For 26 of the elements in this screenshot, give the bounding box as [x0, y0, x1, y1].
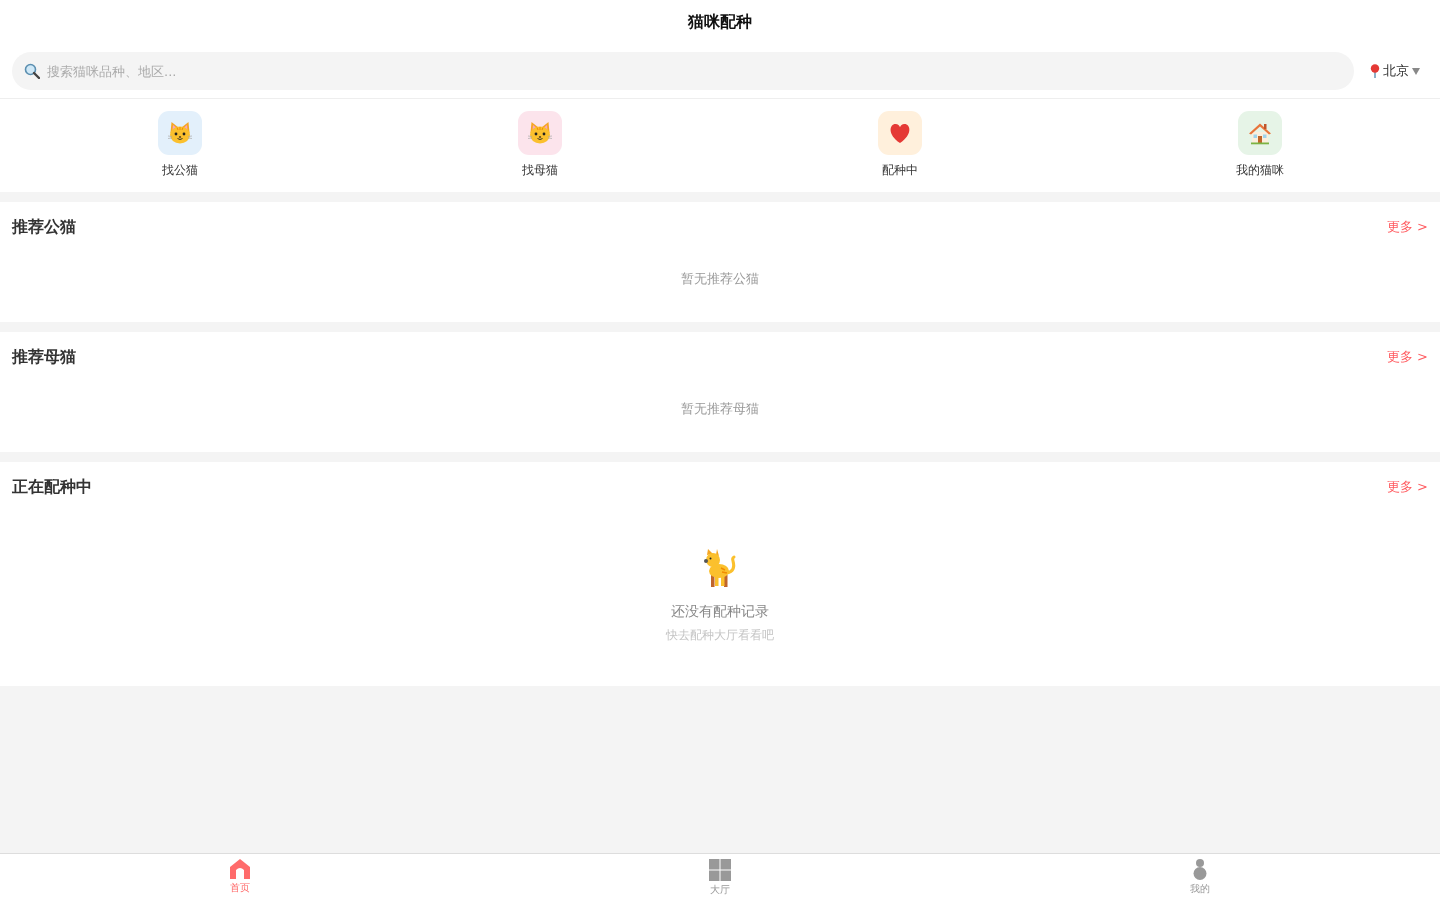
section-title: 正在配种中	[12, 476, 92, 498]
category-button[interactable]: 找母猫	[518, 111, 562, 179]
more-link[interactable]: 更多 >	[1386, 478, 1428, 496]
tab-bar-item[interactable]: 大厅	[709, 854, 731, 903]
empty-message: 暂无推荐母猫	[681, 400, 759, 418]
grid-icon	[709, 859, 731, 881]
pin-icon	[1370, 64, 1380, 78]
empty-message: 还没有配种记录	[671, 602, 769, 621]
search-field[interactable]: 搜索猫咪品种、地区...	[12, 52, 1354, 90]
category-button[interactable]: 我的猫咪	[1236, 111, 1284, 179]
location-selector[interactable]: 北京	[1370, 62, 1428, 80]
more-link[interactable]: 更多 >	[1386, 348, 1428, 366]
empty-message: 暂无推荐公猫	[681, 270, 759, 288]
category-button[interactable]: 找公猫	[158, 111, 202, 179]
section-title: 推荐公猫	[12, 216, 76, 238]
tab-bar-item[interactable]: 首页	[230, 854, 250, 903]
category-button[interactable]: 配种中	[878, 111, 922, 179]
page-title: 猫咪配种	[688, 11, 752, 33]
walking-cat-icon	[703, 549, 737, 587]
more-link[interactable]: 更多 >	[1386, 218, 1428, 236]
search-icon	[24, 63, 40, 79]
tab-bar-item[interactable]: 我的	[1190, 854, 1210, 903]
home-icon	[230, 859, 250, 879]
person-icon	[1193, 859, 1207, 880]
caret-icon	[1412, 67, 1420, 75]
section-title: 推荐母猫	[12, 346, 76, 368]
